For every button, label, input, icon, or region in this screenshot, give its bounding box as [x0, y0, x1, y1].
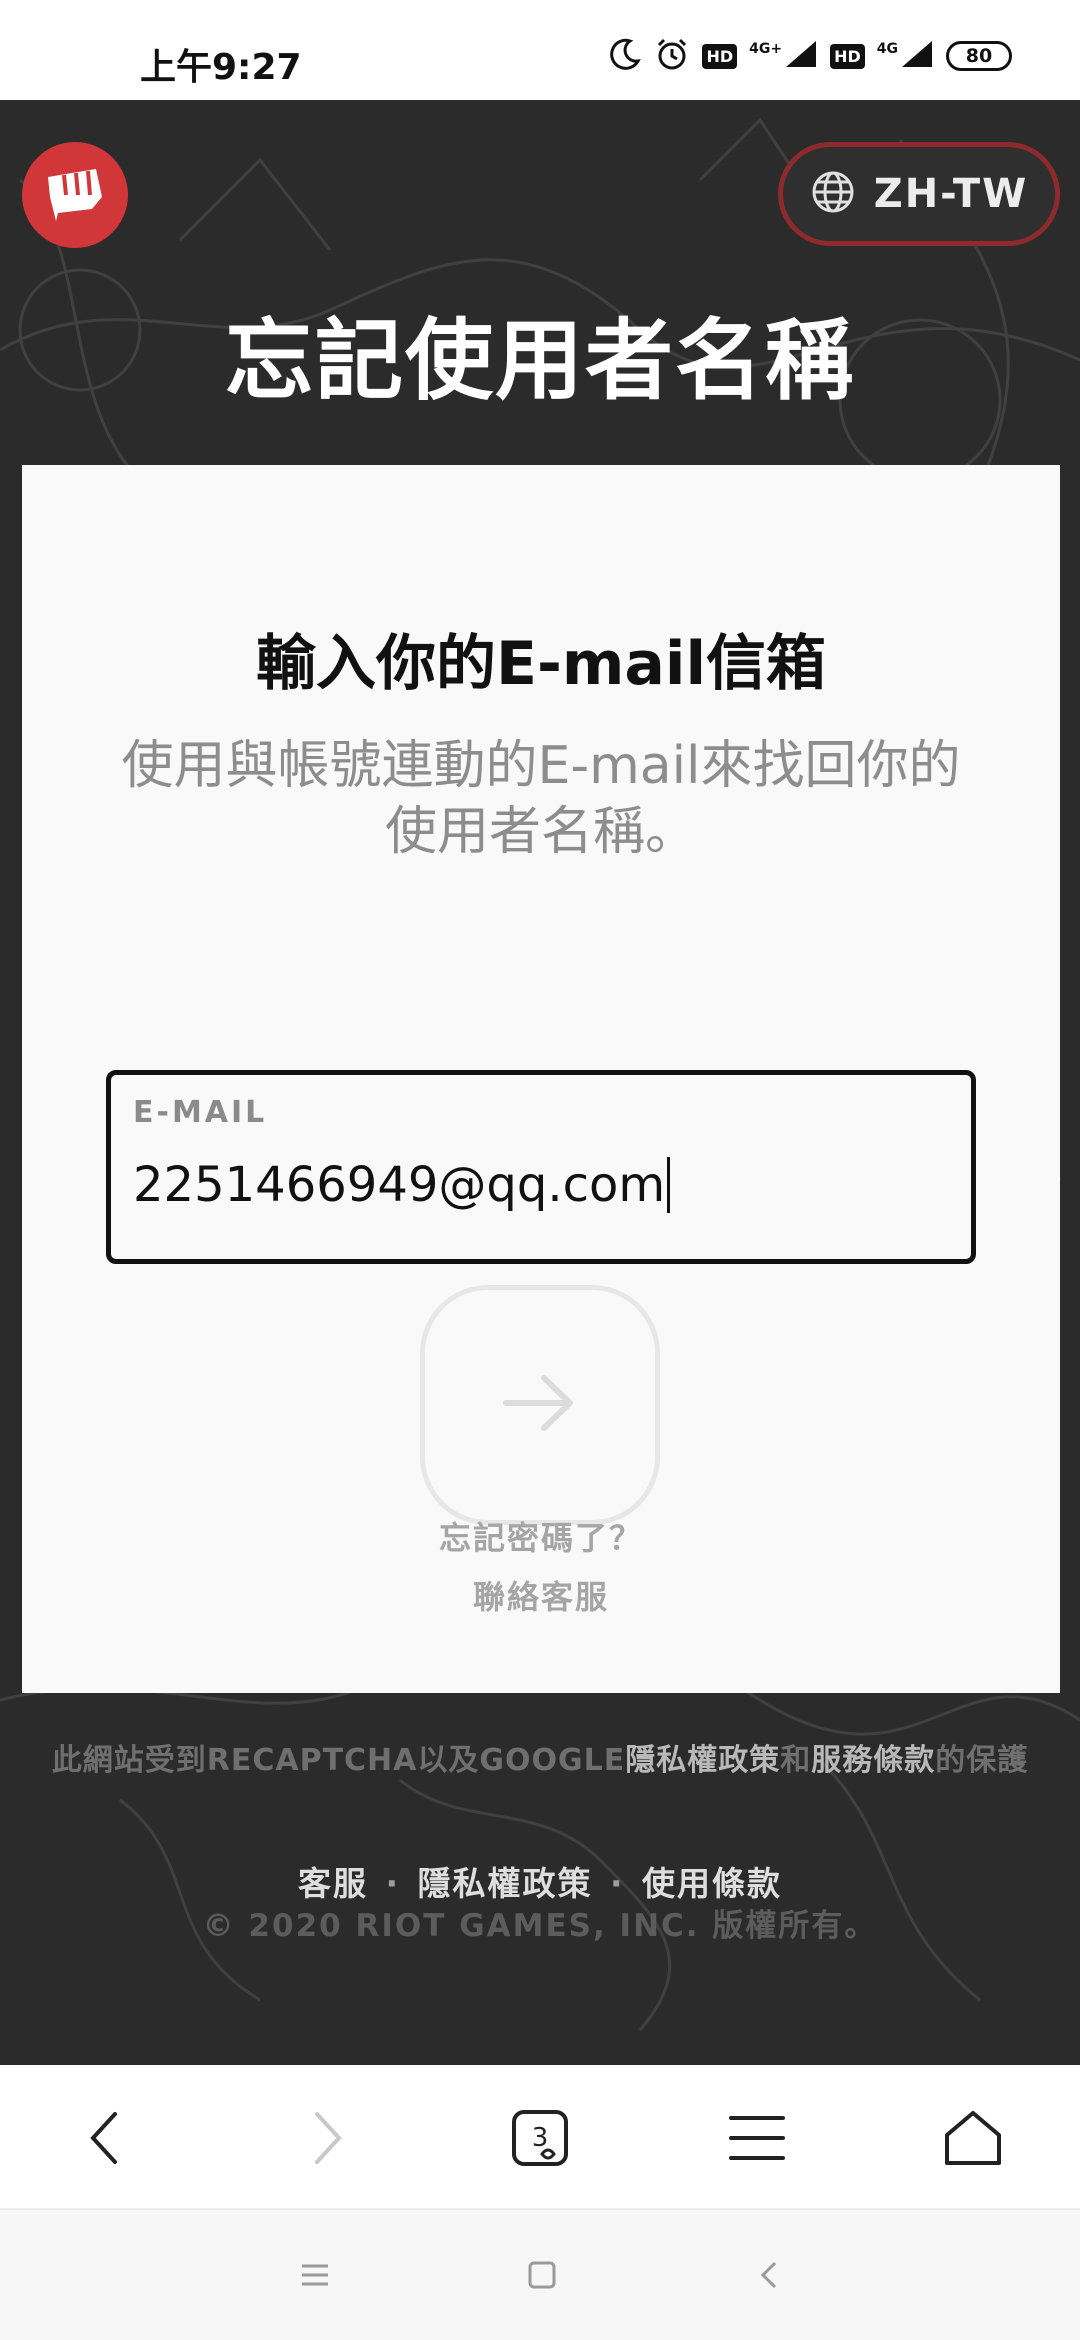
square-icon — [528, 2261, 556, 2289]
email-label: E-MAIL — [133, 1095, 268, 1130]
forgot-password-link[interactable]: 忘記密碼了？ — [22, 1513, 1060, 1559]
menu-button[interactable] — [712, 2093, 802, 2183]
back-chevron-icon — [760, 2261, 777, 2289]
recaptcha-suffix: 的保護 — [935, 1743, 1029, 1778]
globe-icon — [810, 169, 856, 220]
system-back-button[interactable] — [744, 2250, 794, 2300]
footer-support-link[interactable]: 客服 — [298, 1864, 368, 1903]
status-bar: 上午9:27 HD 4G+ HD 4G 80 — [0, 0, 1080, 100]
alarm-icon — [654, 36, 690, 77]
browser-toolbar: 3 — [0, 2065, 1080, 2210]
email-field[interactable]: E-MAIL 2251466949@qq.com — [106, 1070, 976, 1264]
home-button[interactable] — [928, 2093, 1018, 2183]
form-card: 輸入你的E-mail信箱 使用與帳號連動的E-mail來找回你的使用者名稱。 E… — [22, 465, 1060, 1693]
recaptcha-prefix: 此網站受到RECAPTCHA以及GOOGLE — [51, 1743, 626, 1778]
google-privacy-link[interactable]: 隱私權政策 — [625, 1743, 780, 1778]
back-button[interactable] — [60, 2093, 150, 2183]
footer-privacy-link[interactable]: 隱私權政策 — [418, 1864, 593, 1903]
signal-icon — [784, 39, 818, 74]
hd-badge: HD — [830, 43, 865, 69]
chevron-left-icon — [90, 2112, 117, 2164]
tabs-button[interactable]: 3 — [495, 2093, 585, 2183]
contact-support-link[interactable]: 聯絡客服 — [22, 1572, 1060, 1618]
riot-logo[interactable] — [22, 142, 128, 248]
battery-icon: 80 — [946, 41, 1012, 71]
footer-terms-link[interactable]: 使用條款 — [642, 1864, 782, 1903]
chevron-right-icon — [315, 2112, 342, 2164]
hd-badge: HD — [702, 43, 738, 69]
copyright: © 2020 RIOT GAMES, INC. 版權所有。 — [202, 1908, 878, 1944]
system-navigation-bar — [0, 2210, 1080, 2340]
home-icon — [945, 2111, 1001, 2165]
forward-button[interactable] — [282, 2093, 372, 2183]
network-type: 4G+ — [749, 41, 783, 57]
recaptcha-and: 和 — [780, 1743, 812, 1778]
web-page: ZH-TW 忘記使用者名稱 輸入你的E-mail信箱 使用與帳號連動的E-mai… — [0, 100, 1080, 2065]
recent-apps-button[interactable] — [290, 2250, 340, 2300]
footer-separator: · — [385, 1864, 400, 1903]
recaptcha-notice: 此網站受到RECAPTCHA以及GOOGLE隱私權政策和服務條款的保護 — [0, 1735, 1080, 1779]
submit-button[interactable] — [420, 1285, 660, 1525]
email-input-value[interactable]: 2251466949@qq.com — [133, 1157, 671, 1213]
hamburger-menu-icon — [729, 2116, 785, 2160]
network-type: 4G — [876, 41, 898, 57]
card-heading: 輸入你的E-mail信箱 — [255, 629, 827, 699]
tabs-icon: 3 — [512, 2110, 568, 2166]
footer-links: 客服 · 隱私權政策 · 使用條款 — [0, 1857, 1080, 1905]
language-label: ZH-TW — [873, 171, 1029, 217]
riot-fist-icon — [48, 169, 102, 221]
footer-separator: · — [610, 1864, 625, 1903]
moon-icon — [608, 37, 642, 76]
menu-lines-icon — [302, 2264, 328, 2286]
language-button[interactable]: ZH-TW — [778, 142, 1060, 246]
tab-count: 3 — [531, 2123, 549, 2153]
arrow-right-icon — [500, 1368, 580, 1443]
signal-icon — [900, 39, 934, 74]
system-home-button[interactable] — [517, 2250, 567, 2300]
page-title: 忘記使用者名稱 — [224, 309, 855, 412]
google-terms-link[interactable]: 服務條款 — [811, 1743, 935, 1778]
text-caret — [667, 1157, 671, 1213]
email-text: 2251466949@qq.com — [133, 1157, 666, 1213]
card-description: 使用與帳號連動的E-mail來找回你的使用者名稱。 — [121, 736, 961, 862]
status-icons: HD 4G+ HD 4G 80 — [608, 36, 1012, 76]
status-time: 上午9:27 — [140, 47, 302, 88]
